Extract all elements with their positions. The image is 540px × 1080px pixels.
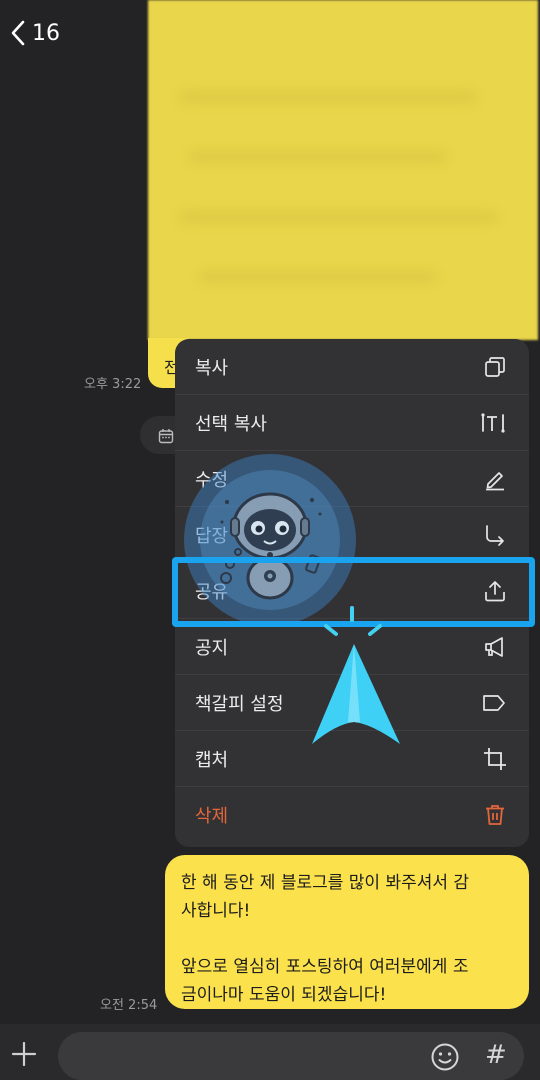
message-line: 사합니다! — [181, 901, 251, 921]
menu-item-select-copy[interactable]: 선택 복사 — [175, 395, 529, 451]
menu-item-label: 공지 — [195, 637, 229, 659]
menu-item-label: 삭제 — [195, 806, 229, 827]
unread-count: 16 — [32, 20, 60, 46]
message-line: 금이나마 도움이 되겠습니다! — [181, 985, 387, 1005]
menu-item-copy[interactable]: 복사 — [175, 339, 529, 395]
menu-item-label: 캡처 — [195, 749, 229, 771]
trash-icon — [483, 803, 507, 827]
bookmark-tag-icon — [481, 691, 507, 715]
pencil-icon — [483, 467, 507, 491]
message-line: 앞으로 열심히 포스팅하여 여러분에게 조 — [181, 957, 469, 977]
menu-item-label: 책갈피 설정 — [195, 693, 284, 715]
pointer-arrow-icon — [300, 600, 410, 750]
menu-item-label: 선택 복사 — [195, 413, 267, 435]
megaphone-icon — [483, 635, 507, 659]
menu-item-label: 복사 — [195, 357, 229, 379]
menu-item-delete[interactable]: 삭제 — [175, 787, 529, 843]
crop-icon — [483, 747, 507, 771]
emoji-icon[interactable] — [430, 1042, 460, 1076]
copy-icon — [483, 355, 507, 379]
message-timestamp: 오후 3:22 — [84, 377, 142, 392]
blurred-image-message[interactable] — [148, 0, 538, 340]
message-bubble[interactable]: 한 해 동안 제 블로그를 많이 봐주셔서 감 사합니다! 앞으로 열심히 포스… — [165, 855, 529, 1009]
reply-arrow-icon — [483, 523, 507, 547]
calendar-icon — [158, 428, 174, 448]
select-text-icon — [481, 411, 507, 435]
chevron-left-icon — [10, 20, 26, 46]
hash-icon[interactable]: # — [485, 1040, 507, 1070]
plus-icon[interactable] — [10, 1040, 38, 1072]
back-button[interactable]: 16 — [10, 20, 60, 46]
message-line: 한 해 동안 제 블로그를 많이 봐주셔서 감 — [181, 873, 470, 893]
message-timestamp: 오전 2:54 — [100, 998, 158, 1013]
